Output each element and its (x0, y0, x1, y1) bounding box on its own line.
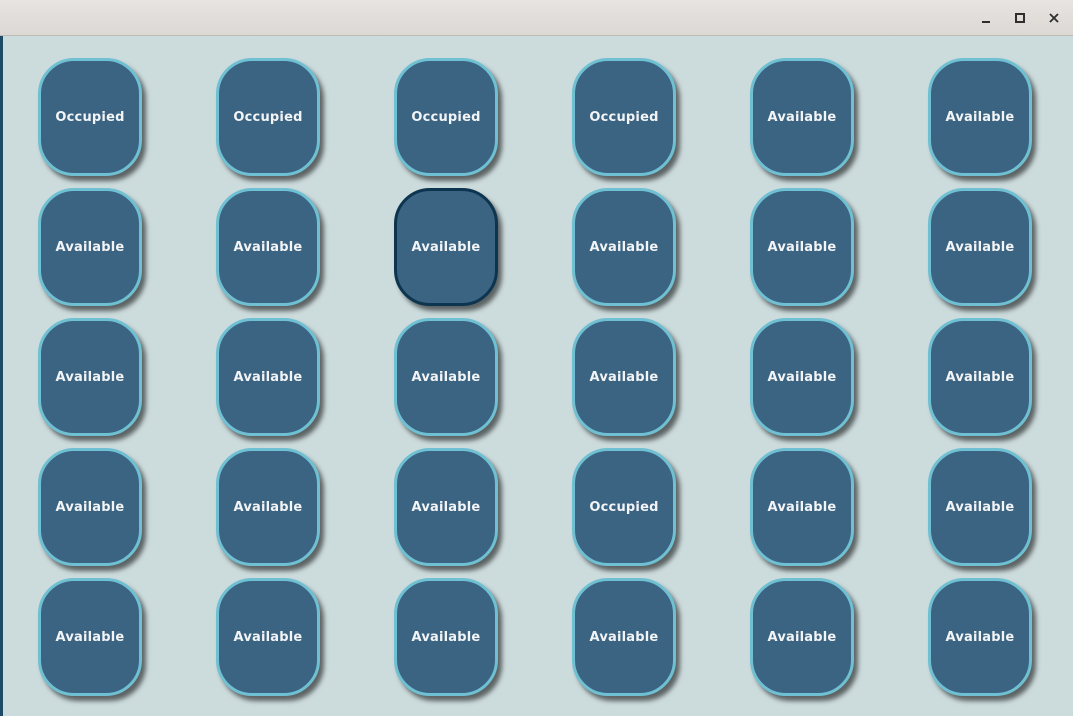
seat-button[interactable]: Available (750, 58, 854, 176)
seat-button[interactable]: Available (928, 448, 1032, 566)
seat-button[interactable]: Occupied (216, 58, 320, 176)
seat-button[interactable]: Available (928, 578, 1032, 696)
seat-button[interactable]: Available (38, 578, 142, 696)
minimize-icon[interactable] (976, 8, 996, 28)
seat-button[interactable]: Available (572, 578, 676, 696)
seat-button[interactable]: Available (216, 318, 320, 436)
maximize-icon[interactable] (1010, 8, 1030, 28)
seat-button[interactable]: Available (750, 578, 854, 696)
seat-button[interactable]: Available (38, 188, 142, 306)
seat-button[interactable]: Available (394, 448, 498, 566)
title-bar[interactable] (0, 0, 1073, 36)
seat-button[interactable]: Available (572, 318, 676, 436)
seat-button[interactable]: Available (750, 318, 854, 436)
seat-button[interactable]: Available (38, 318, 142, 436)
seat-button[interactable]: Available (750, 188, 854, 306)
seat-button[interactable]: Occupied (394, 58, 498, 176)
seat-button[interactable]: Available (38, 448, 142, 566)
seat-button[interactable]: Available (394, 318, 498, 436)
seat-button[interactable]: Available (216, 188, 320, 306)
seat-grid: Occupied Occupied Occupied Occupied Avai… (38, 58, 1032, 696)
seat-button[interactable]: Available (928, 318, 1032, 436)
seat-button[interactable]: Available (928, 188, 1032, 306)
seat-button[interactable]: Available (394, 578, 498, 696)
seat-button[interactable]: Available (216, 448, 320, 566)
seat-button[interactable]: Occupied (38, 58, 142, 176)
window-left-edge (0, 36, 3, 716)
seat-button[interactable]: Available (394, 188, 498, 306)
seat-button[interactable]: Available (928, 58, 1032, 176)
seat-button[interactable]: Occupied (572, 448, 676, 566)
seat-button[interactable]: Available (750, 448, 854, 566)
seat-button[interactable]: Available (216, 578, 320, 696)
seat-button[interactable]: Available (572, 188, 676, 306)
app-window: Occupied Occupied Occupied Occupied Avai… (0, 0, 1073, 716)
close-icon[interactable] (1044, 8, 1064, 28)
seat-button[interactable]: Occupied (572, 58, 676, 176)
